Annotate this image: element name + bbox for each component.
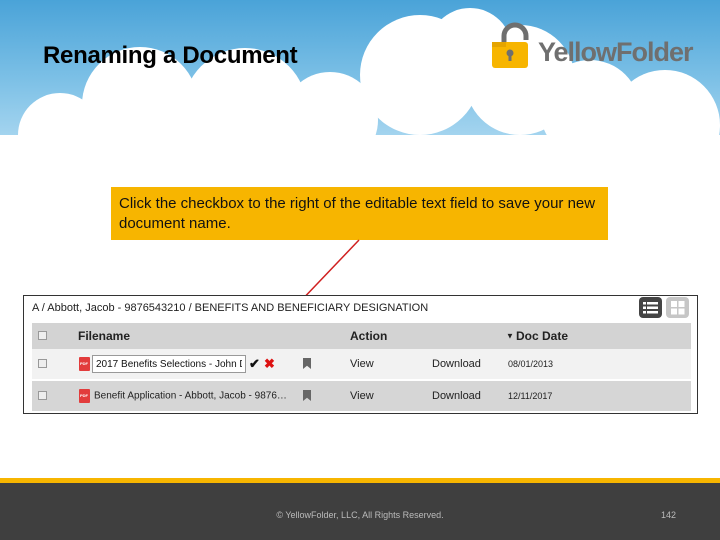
document-panel: A / Abbott, Jacob - 9876543210 / BENEFIT…: [23, 295, 698, 414]
table-header-row: Filename Action ▼ Doc Date: [32, 323, 691, 349]
list-view-icon: [643, 302, 658, 314]
instruction-callout: Click the checkbox to the right of the e…: [111, 187, 608, 240]
sort-desc-icon[interactable]: ▼: [506, 332, 514, 341]
page-number: 142: [661, 510, 677, 520]
logo-wordmark: YellowFolder: [538, 37, 694, 67]
yellowfolder-logo: YellowFolder: [490, 22, 695, 70]
padlock-icon: [492, 22, 529, 68]
pdf-file-icon: PDF: [79, 389, 90, 403]
doc-date: 12/11/2017: [508, 391, 553, 401]
download-link[interactable]: Download: [432, 358, 481, 370]
view-link[interactable]: View: [350, 390, 374, 402]
table-row: PDF Benefit Application - Abbott, Jacob …: [32, 381, 691, 411]
download-link[interactable]: Download: [432, 390, 481, 402]
doc-date: 08/01/2013: [508, 359, 554, 369]
documents-table: Filename Action ▼ Doc Date PDF ✔ ✖ View …: [32, 323, 691, 411]
column-header-filename[interactable]: Filename: [78, 329, 130, 343]
cancel-rename-icon[interactable]: ✖: [264, 356, 275, 372]
grid-view-button[interactable]: [666, 297, 689, 318]
table-row: PDF ✔ ✖ View Download 08/01/2013: [32, 349, 691, 379]
slide-footer: © YellowFolder, LLC, All Rights Reserved…: [0, 483, 720, 540]
column-header-action: Action: [350, 329, 388, 343]
select-all-checkbox[interactable]: [38, 331, 47, 340]
bookmark-icon[interactable]: [303, 358, 311, 369]
pdf-file-icon: PDF: [79, 357, 90, 371]
copyright-text: © YellowFolder, LLC, All Rights Reserved…: [276, 510, 444, 520]
confirm-rename-checkmark-icon[interactable]: ✔: [249, 356, 260, 372]
filename-link[interactable]: Benefit Application - Abbott, Jacob - 98…: [94, 391, 287, 402]
breadcrumb: A / Abbott, Jacob - 9876543210 / BENEFIT…: [32, 302, 429, 314]
row-checkbox[interactable]: [38, 359, 47, 368]
bookmark-icon[interactable]: [303, 390, 311, 401]
view-link[interactable]: View: [350, 358, 374, 370]
row-checkbox[interactable]: [38, 391, 47, 400]
slide-title: Renaming a Document: [43, 42, 298, 69]
grid-view-icon: [671, 301, 685, 315]
column-header-doc-date[interactable]: Doc Date: [516, 329, 568, 343]
list-view-button[interactable]: [639, 297, 662, 318]
filename-edit-field[interactable]: [92, 355, 246, 373]
